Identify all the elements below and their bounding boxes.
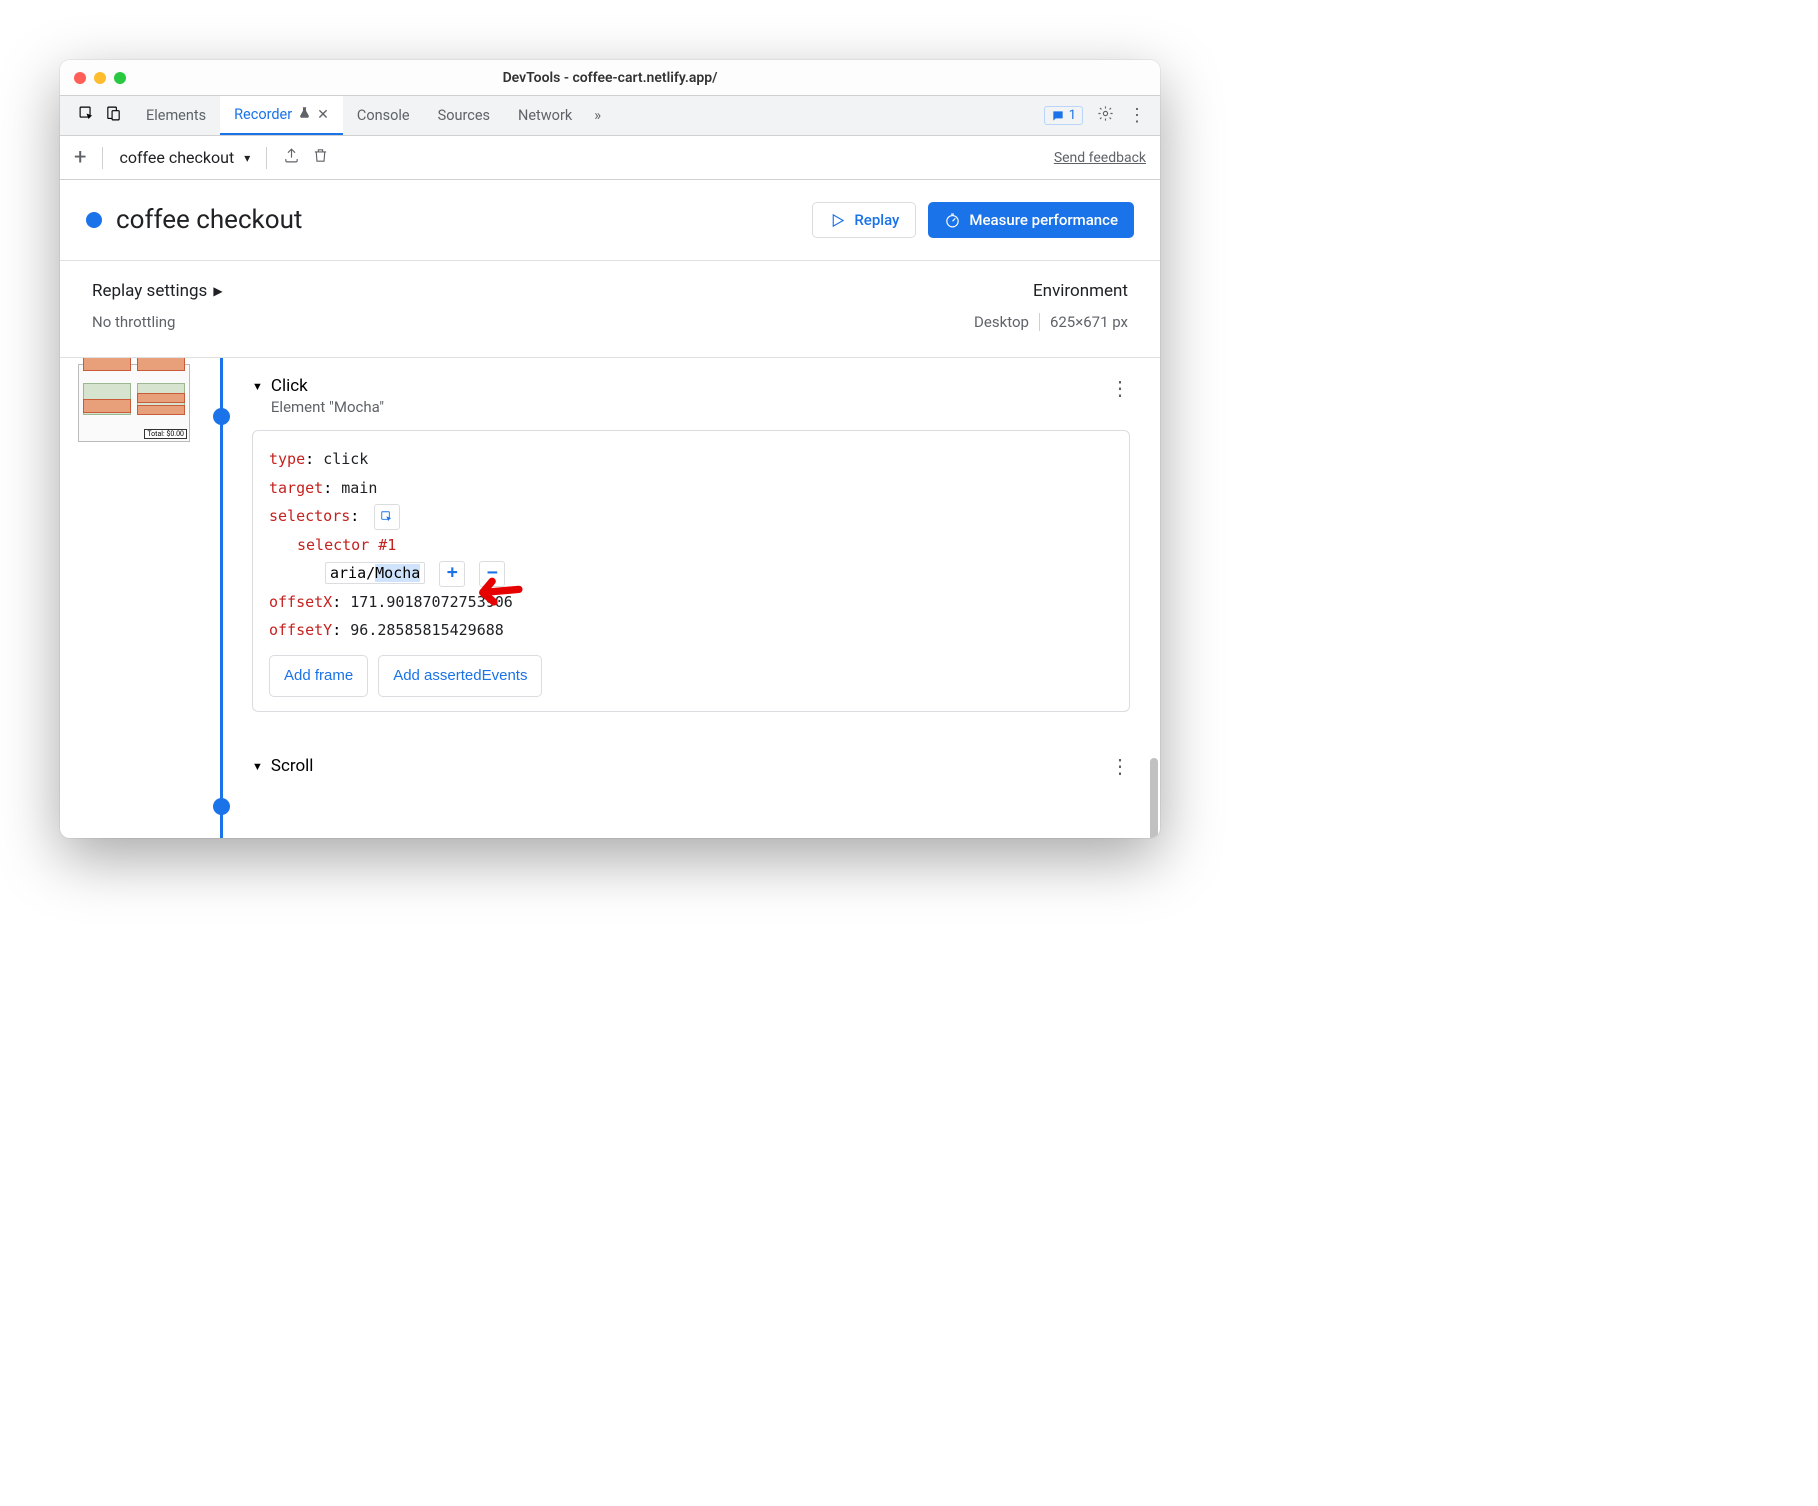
tab-sources[interactable]: Sources [424, 96, 504, 135]
viewport-dimensions: 625×671 px [1050, 313, 1128, 331]
replay-settings-toggle[interactable]: Replay settings ▶ [92, 281, 974, 301]
chevron-down-icon: ▾ [244, 151, 250, 165]
step-details-card: type: click target: main selectors: sele… [252, 430, 1130, 712]
scrollbar[interactable] [1150, 758, 1158, 808]
timeline: Total: $0.00 ▼ Click Element "Mocha" ⋮ [60, 358, 1160, 838]
device-label: Desktop [974, 313, 1029, 331]
send-feedback-link[interactable]: Send feedback [1054, 150, 1146, 166]
inspect-element-icon[interactable] [78, 105, 95, 126]
measure-performance-button[interactable]: Measure performance [928, 202, 1134, 238]
tab-bar: Elements Recorder ✕ Console Sources Netw… [60, 96, 1160, 136]
recording-status-dot [86, 212, 102, 228]
step-subtitle: Element "Mocha" [271, 398, 384, 416]
step-title: Click [271, 376, 384, 396]
scrollbar-thumb[interactable] [1150, 758, 1158, 838]
chevron-down-icon: ▼ [252, 380, 263, 393]
environment-label: Environment [974, 281, 1128, 301]
new-recording-icon[interactable]: + [74, 145, 86, 170]
step-scroll-header[interactable]: ▼ Scroll ⋮ [252, 754, 1130, 778]
step-title: Scroll [271, 756, 314, 776]
timeline-node[interactable] [213, 408, 230, 425]
devtools-window: DevTools - coffee-cart.netlify.app/ Elem… [60, 60, 1160, 838]
tab-console[interactable]: Console [343, 96, 424, 135]
throttling-label: No throttling [92, 313, 974, 331]
chevron-down-icon: ▼ [252, 760, 263, 773]
kebab-menu-icon[interactable]: ⋮ [1128, 105, 1146, 126]
export-icon[interactable] [283, 147, 300, 168]
thumbnail-total-badge: Total: $0.00 [144, 429, 187, 439]
steps-column: ▼ Click Element "Mocha" ⋮ type: click ta… [248, 358, 1160, 838]
settings-gear-icon[interactable] [1097, 105, 1114, 126]
add-asserted-events-button[interactable]: Add assertedEvents [378, 655, 542, 698]
close-tab-icon[interactable]: ✕ [317, 107, 329, 123]
selector-picker-button[interactable] [374, 504, 400, 530]
maximize-window-button[interactable] [114, 72, 126, 84]
more-tabs-icon[interactable]: » [586, 96, 609, 135]
step-more-icon[interactable]: ⋮ [1110, 376, 1130, 400]
delete-icon[interactable] [312, 147, 329, 168]
close-window-button[interactable] [74, 72, 86, 84]
thumbnail-column: Total: $0.00 [78, 358, 198, 838]
chevron-right-icon: ▶ [213, 284, 222, 298]
timeline-rail [198, 358, 248, 838]
recording-title: coffee checkout [116, 205, 302, 235]
traffic-lights [74, 72, 126, 84]
step-more-icon[interactable]: ⋮ [1110, 754, 1130, 778]
recording-header: coffee checkout Replay Measure performan… [60, 180, 1160, 261]
window-title: DevTools - coffee-cart.netlify.app/ [60, 70, 1160, 86]
minimize-window-button[interactable] [94, 72, 106, 84]
selector-input[interactable]: aria/Mocha [325, 562, 425, 584]
settings-row: Replay settings ▶ No throttling Environm… [60, 261, 1160, 358]
timeline-node[interactable] [213, 798, 230, 815]
recorder-toolbar: + coffee checkout ▾ Send feedback [60, 136, 1160, 180]
tab-recorder[interactable]: Recorder ✕ [220, 96, 343, 135]
device-toolbar-icon[interactable] [105, 105, 122, 126]
add-frame-button[interactable]: Add frame [269, 655, 368, 698]
flask-icon [298, 106, 311, 123]
tab-network[interactable]: Network [504, 96, 586, 135]
tab-elements[interactable]: Elements [132, 96, 220, 135]
replay-button[interactable]: Replay [812, 202, 916, 238]
step-click-header[interactable]: ▼ Click Element "Mocha" ⋮ [252, 376, 1130, 416]
add-selector-button[interactable]: + [439, 561, 465, 587]
recording-selector[interactable]: coffee checkout ▾ [119, 148, 250, 167]
issues-badge[interactable]: 1 [1044, 106, 1083, 125]
step-thumbnail[interactable]: Total: $0.00 [78, 364, 190, 442]
window-titlebar: DevTools - coffee-cart.netlify.app/ [60, 60, 1160, 96]
